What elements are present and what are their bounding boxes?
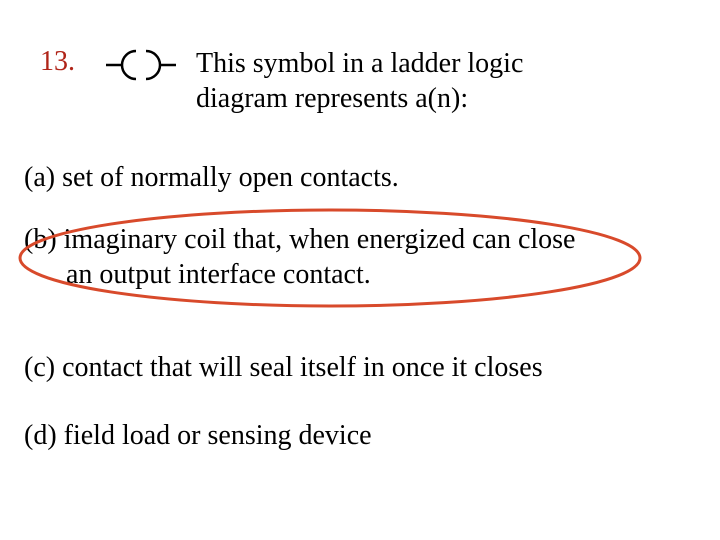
quiz-slide: 13. This symbol in a ladder logic diagra…	[0, 0, 720, 540]
option-c: (c) contact that will seal itself in onc…	[24, 350, 664, 385]
option-b-line-1: (b) imaginary coil that, when energized …	[24, 224, 575, 255]
stem-line-1: This symbol in a ladder logic	[196, 48, 523, 79]
question-stem: This symbol in a ladder logic diagram re…	[196, 46, 636, 116]
option-b-line-2: an output interface contact.	[24, 257, 664, 292]
question-number: 13.	[40, 46, 75, 78]
option-d: (d) field load or sensing device	[24, 418, 664, 453]
option-b: (b) imaginary coil that, when energized …	[24, 222, 664, 292]
coil-symbol-icon	[106, 48, 176, 87]
option-a: (a) set of normally open contacts.	[24, 160, 664, 195]
stem-line-2: diagram represents a(n):	[196, 83, 468, 114]
